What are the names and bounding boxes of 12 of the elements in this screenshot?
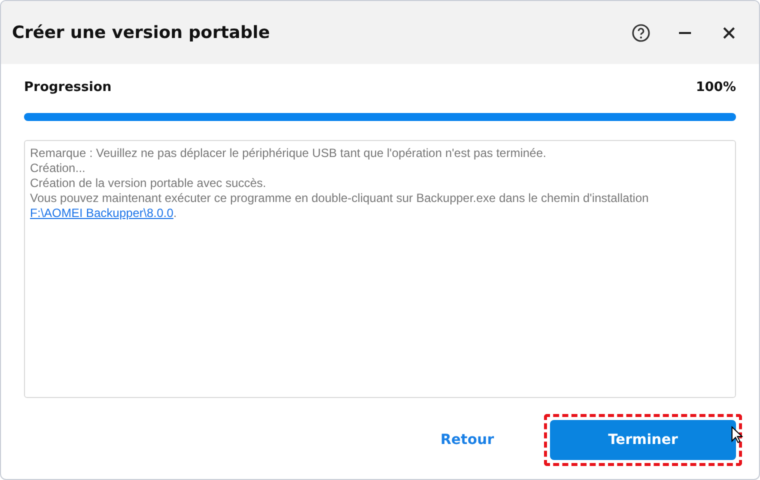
finish-button[interactable]: Terminer — [550, 420, 736, 460]
log-line: Remarque : Veuillez ne pas déplacer le périphérique USB tant que l'opération n'est pas terminée. — [30, 146, 548, 161]
log-line: Création de la version portable avec succès. — [30, 176, 268, 191]
log-line: Création... — [30, 161, 86, 176]
log-line: Vous pouvez maintenant exécuter ce programme en double-cliquant sur Backupper.exe dans le chemin d'installation F:\AOMEI Backupper\8.0.0. — [30, 191, 650, 221]
path-link[interactable]: F:\AOMEI Backupper\8.0.0 — [30, 206, 174, 220]
back-button[interactable]: Retour — [420, 424, 514, 456]
progress-label: Progression — [24, 80, 112, 95]
window-title: Créer une version portable — [12, 22, 270, 42]
help-icon[interactable] — [631, 22, 651, 42]
progress-percent: 100% — [696, 80, 736, 95]
cursor-icon — [731, 426, 743, 444]
